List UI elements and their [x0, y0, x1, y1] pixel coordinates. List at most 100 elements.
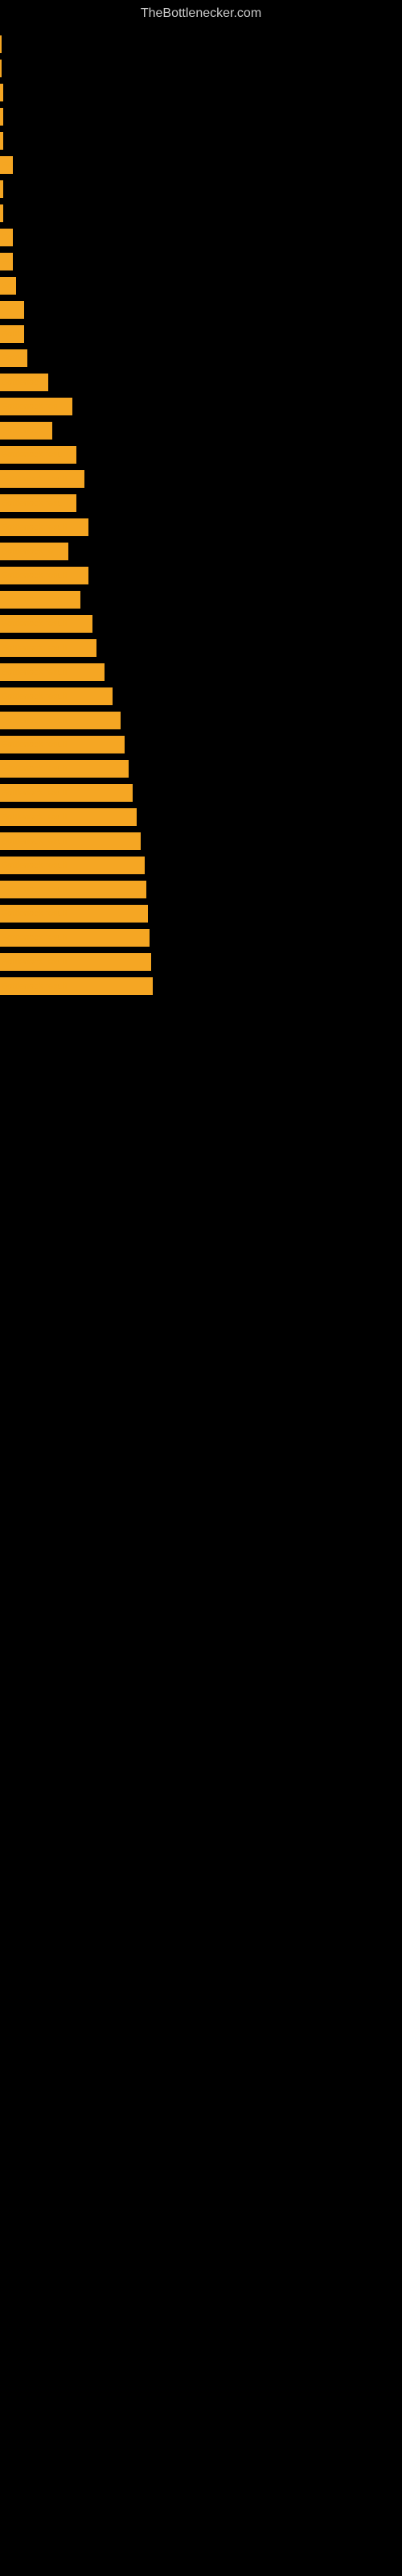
bar-fill: Bottleneck resu [0, 446, 76, 464]
bar-row: Bottl [0, 298, 402, 322]
bar-row: B [0, 201, 402, 225]
bar-fill: Bottleneck result [0, 953, 151, 971]
bar-label: Bottleneck re [2, 547, 53, 556]
bar-label: Bottl [2, 305, 19, 315]
bar-row: Bottleneck result [0, 950, 402, 974]
bar-label: B [2, 112, 3, 122]
bar-fill: Bottl [0, 301, 24, 319]
bar-row: Bottleneck result [0, 853, 402, 877]
bar-fill: Bo [0, 253, 13, 270]
bar-row: Bottleneck result [0, 877, 402, 902]
bar-row: Bottleneck result [0, 781, 402, 805]
bar-label: Bottleneck result [2, 571, 67, 580]
bar-row: E [0, 129, 402, 153]
bar-fill: Bottleneck result [0, 808, 137, 826]
bar-label: Bottleneck result [2, 981, 67, 991]
bar-fill: B [0, 180, 3, 198]
bar-label: Bottleneck result [2, 522, 67, 532]
bar-fill: Bo [0, 229, 13, 246]
bar-label: Bottleneck [2, 426, 43, 436]
bar-label: Bottleneck result [2, 740, 67, 749]
bar-row: Bottleneck result [0, 708, 402, 733]
bar-label: Bottleneck result [2, 909, 67, 919]
bar-row: B [0, 177, 402, 201]
bar-label: Bottleneck result [2, 643, 67, 653]
bars-container: ||EBEBoBBBoBoBotBottlBottlBottleBottlene… [0, 24, 402, 998]
bar-row: Bottl [0, 322, 402, 346]
bar-label: Bottleneck result [2, 764, 67, 774]
bar-fill: Bot [0, 277, 16, 295]
bar-row: Bottleneck resu [0, 491, 402, 515]
bar-fill: Bottleneck resu [0, 494, 76, 512]
bar-row: Bottleneck result [0, 515, 402, 539]
bar-label: Bo [2, 160, 12, 170]
bar-row: E [0, 80, 402, 105]
bar-label: Bottleneck result [2, 861, 67, 870]
bar-fill: Bottleneck result [0, 712, 121, 729]
bar-fill: Bottleneck result [0, 567, 88, 584]
bar-fill: B [0, 108, 3, 126]
bar-row: Bottleneck [0, 419, 402, 443]
bar-row: Bottleneck result [0, 902, 402, 926]
bar-row: Bo [0, 250, 402, 274]
bar-label: Bottleneck result [2, 716, 67, 725]
bar-label: Bottleneck result [2, 885, 67, 894]
bar-row: Bottle [0, 346, 402, 370]
bar-label: Bottleneck resu [2, 450, 63, 460]
bar-fill: Bottleneck result [0, 784, 133, 802]
bar-fill: Bottleneck [0, 422, 52, 440]
bar-fill: E [0, 84, 3, 101]
bar-row: Bottleneck result [0, 805, 402, 829]
bar-row: Bot [0, 274, 402, 298]
bar-label: Bot [2, 281, 15, 291]
bar-label: Bottleneck result [2, 788, 67, 798]
bar-row: Bottleneck result [0, 926, 402, 950]
bar-row: Bottleneck resu [0, 443, 402, 467]
bar-row: Bottleneck res [0, 394, 402, 419]
bar-row: Bottlenec [0, 370, 402, 394]
bar-fill: | [0, 35, 2, 53]
bar-row: | [0, 56, 402, 80]
bar-label: B [2, 208, 3, 218]
bar-row: Bottleneck resu [0, 588, 402, 612]
bar-row: Bottleneck result [0, 684, 402, 708]
bar-row: Bottleneck result [0, 660, 402, 684]
bar-fill: Bottleneck result [0, 663, 105, 681]
bar-row: Bottleneck result [0, 636, 402, 660]
bar-fill: Bottle [0, 349, 27, 367]
bar-fill: Bottleneck result [0, 639, 96, 657]
bar-row: Bo [0, 153, 402, 177]
bar-fill: Bottleneck result [0, 687, 113, 705]
bar-fill: Bottleneck res [0, 398, 72, 415]
bar-label: B [2, 184, 3, 194]
bar-label: Bottleneck result [2, 691, 67, 701]
bar-fill: Bottleneck result [0, 881, 146, 898]
bar-row: Bottleneck result [0, 564, 402, 588]
bar-label: Bottleneck result [2, 957, 67, 967]
bar-fill: E [0, 132, 3, 150]
bar-fill: Bottleneck result [0, 905, 148, 923]
page-container: TheBottlenecker.com ||EBEBoBBBoBoBotBott… [0, 0, 402, 2576]
bar-label: Bottlenec [2, 378, 39, 387]
bar-label: Bottleneck result [2, 619, 67, 629]
bar-row: Bottleneck result [0, 467, 402, 491]
bar-fill: Bottleneck resu [0, 591, 80, 609]
bar-fill: B [0, 204, 3, 222]
bar-row: Bottleneck result [0, 612, 402, 636]
bar-fill: Bottleneck result [0, 760, 129, 778]
bar-label: Bottleneck resu [2, 498, 63, 508]
bar-fill: Bottleneck result [0, 736, 125, 753]
bar-fill: Bottleneck result [0, 615, 92, 633]
bar-label: E [2, 88, 3, 97]
bar-fill: | [0, 60, 2, 77]
bar-fill: Bottleneck re [0, 543, 68, 560]
bar-fill: Bottleneck result [0, 832, 141, 850]
bar-fill: Bottlenec [0, 374, 48, 391]
bar-row: B [0, 105, 402, 129]
bar-row: Bottleneck re [0, 539, 402, 564]
bar-fill: Bottleneck result [0, 977, 153, 995]
bar-fill: Bottleneck result [0, 470, 84, 488]
bar-label: Bottleneck res [2, 402, 58, 411]
bar-label: Bottle [2, 353, 24, 363]
bar-row: Bottleneck result [0, 829, 402, 853]
